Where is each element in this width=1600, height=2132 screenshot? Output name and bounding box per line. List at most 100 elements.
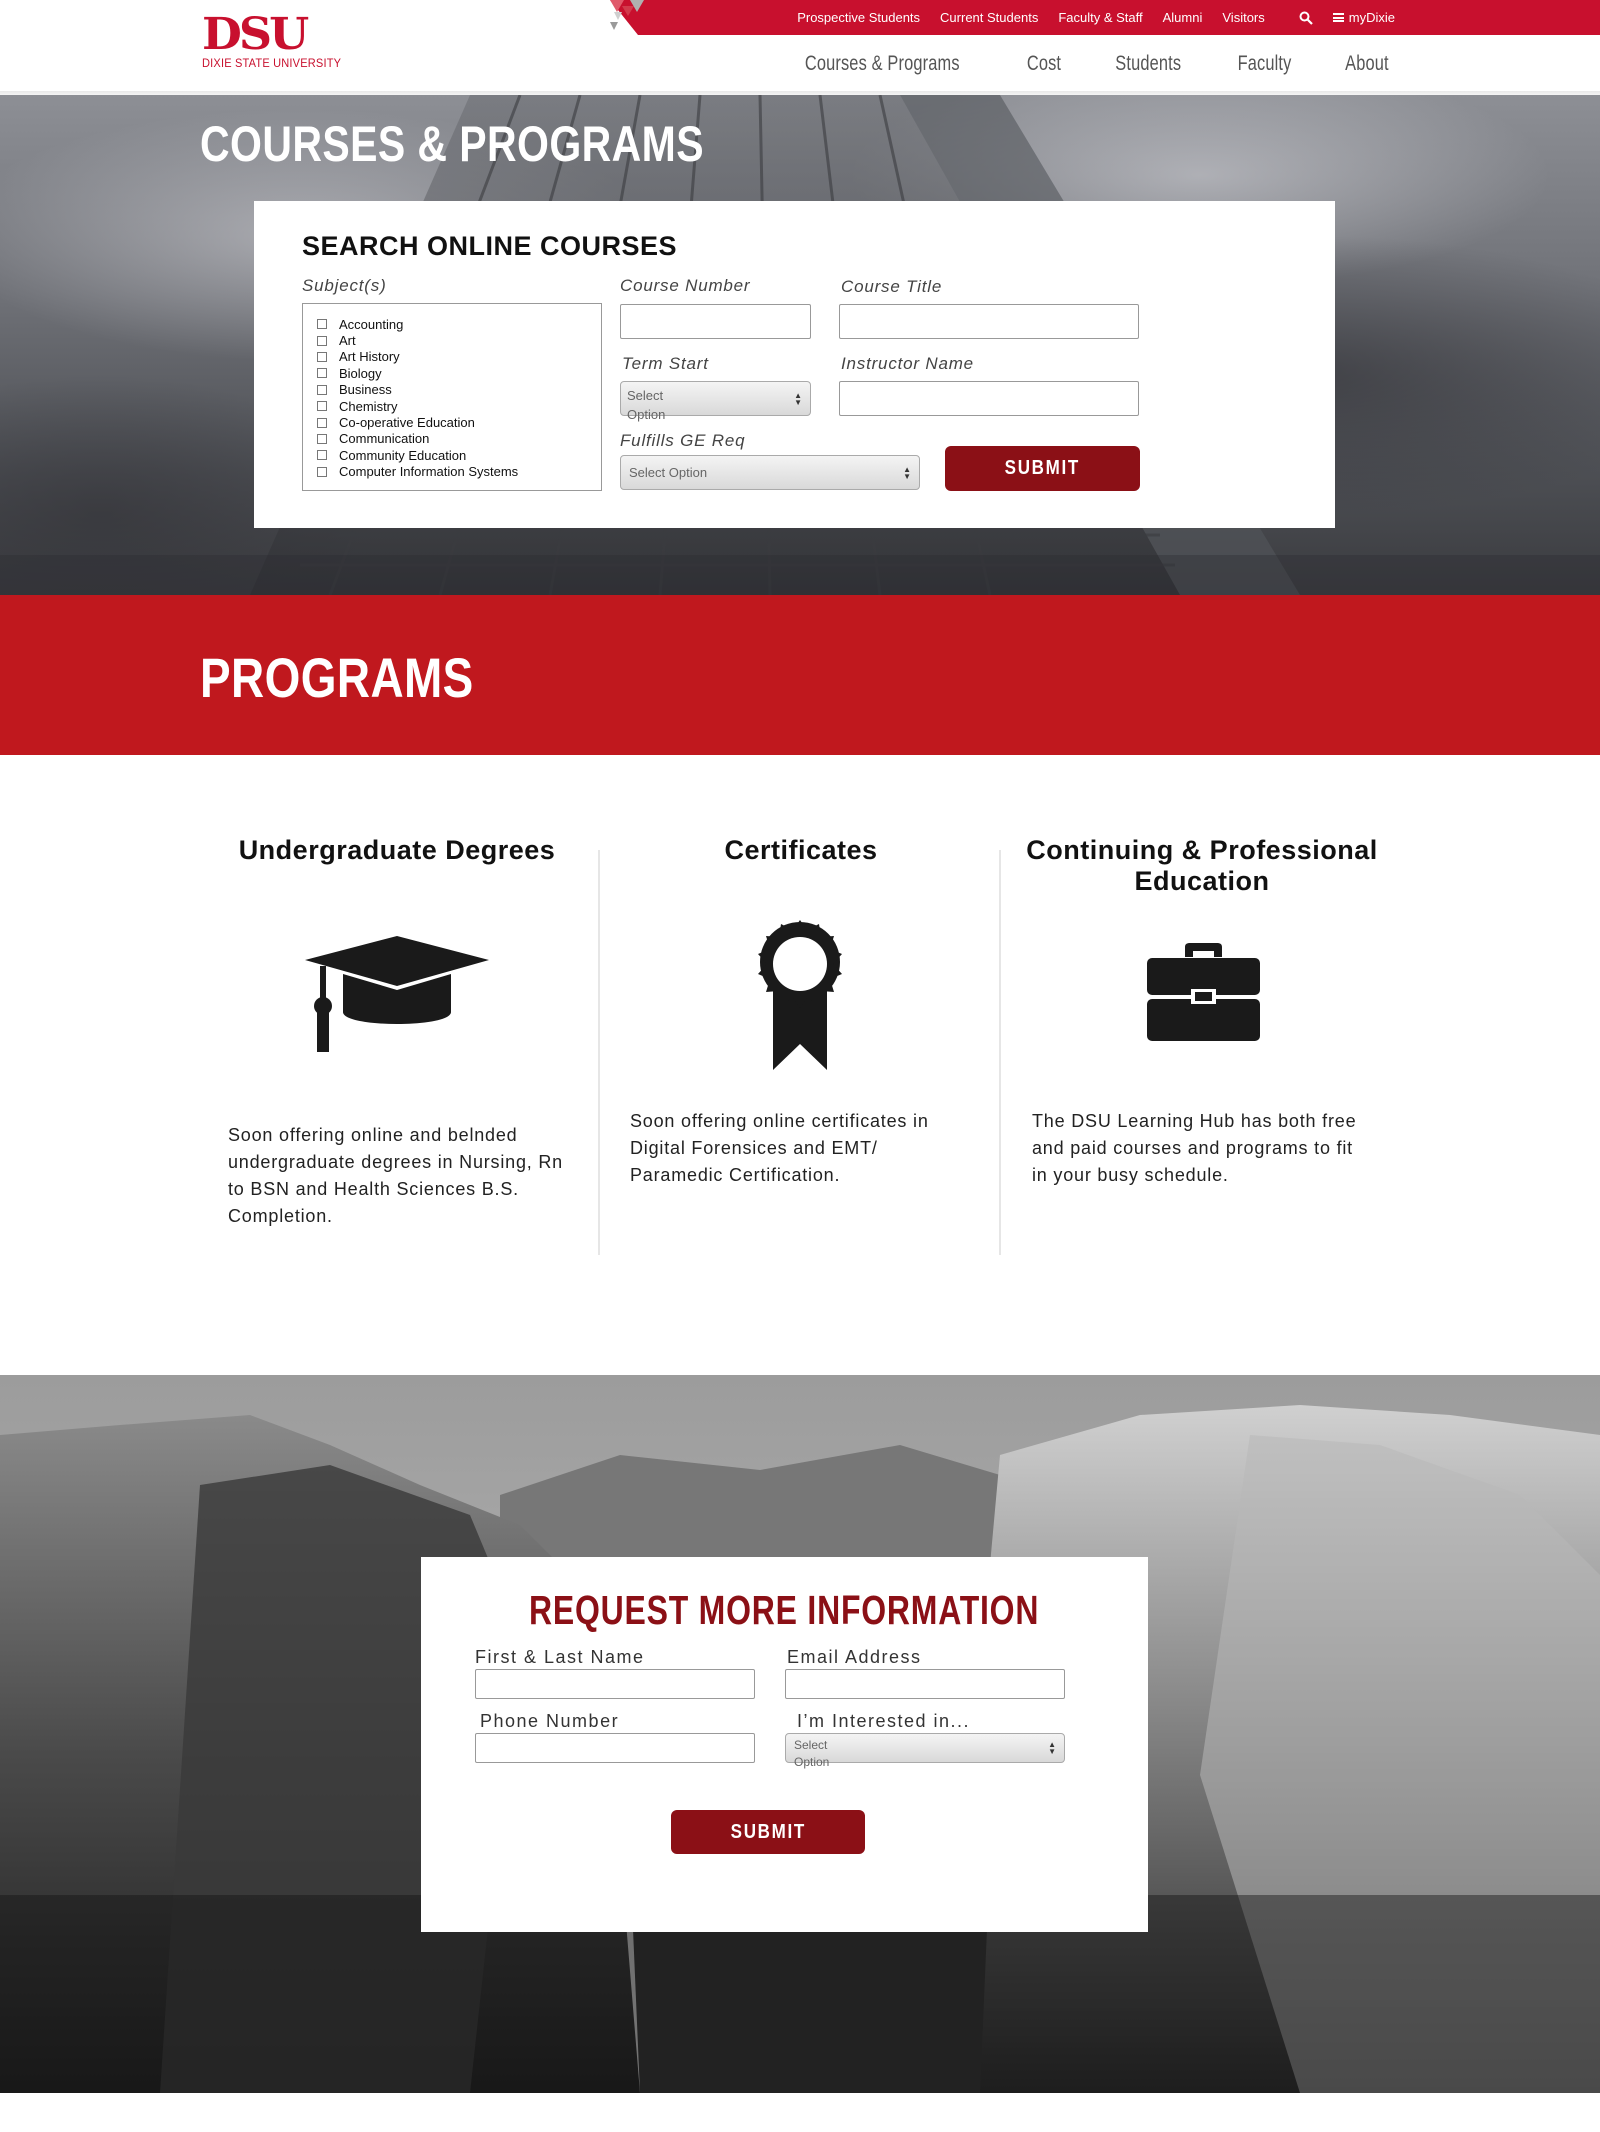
subject-label: Chemistry bbox=[339, 398, 398, 414]
request-submit-label: SUBMIT bbox=[730, 1820, 806, 1843]
name-input[interactable] bbox=[475, 1669, 755, 1699]
request-submit-button[interactable]: SUBMIT bbox=[671, 1810, 865, 1854]
program-column-undergraduate: Undergraduate Degrees bbox=[197, 835, 597, 866]
select-arrows-icon: ▲ ▼ bbox=[794, 390, 802, 407]
decorative-triangles bbox=[610, 0, 664, 35]
course-number-input[interactable] bbox=[620, 304, 811, 339]
ge-req-select[interactable]: Select Option ▲ ▼ bbox=[620, 455, 920, 490]
subject-label: Computer Information Systems bbox=[339, 464, 519, 480]
course-search-card: SEARCH ONLINE COURSES Subject(s) Account… bbox=[254, 201, 1335, 528]
nav-about[interactable]: About bbox=[1345, 52, 1389, 76]
search-submit-button[interactable]: SUBMIT bbox=[945, 446, 1140, 491]
util-link-prospective-students[interactable]: Prospective Students bbox=[797, 10, 920, 25]
logo-mark: DSU bbox=[202, 8, 309, 60]
subjects-label: Subject(s) bbox=[302, 276, 387, 295]
column-divider bbox=[598, 850, 600, 1255]
search-submit-label: SUBMIT bbox=[1004, 457, 1081, 479]
util-link-alumni[interactable]: Alumni bbox=[1163, 10, 1203, 25]
search-icon[interactable] bbox=[1299, 11, 1313, 25]
page: Prospective Students Current Students Fa… bbox=[0, 0, 1600, 2132]
nav-cost[interactable]: Cost bbox=[1026, 52, 1060, 76]
checkbox[interactable] bbox=[317, 401, 327, 412]
subject-option[interactable]: Communication bbox=[317, 431, 587, 447]
subject-label: Business bbox=[339, 382, 392, 398]
column-description: The DSU Learning Hub has both free and p… bbox=[1032, 1111, 1357, 1185]
column-description: Soon offering online and belnded undergr… bbox=[228, 1125, 563, 1226]
nav-courses-programs[interactable]: Courses & Programs bbox=[805, 52, 960, 76]
instructor-label: Instructor Name bbox=[841, 354, 974, 373]
nav-faculty[interactable]: Faculty bbox=[1238, 52, 1292, 76]
subject-option[interactable]: Art History bbox=[317, 349, 587, 365]
interest-label: I’m Interested in... bbox=[797, 1711, 971, 1731]
footer-spacer bbox=[0, 2093, 1600, 2132]
subject-label: Community Education bbox=[339, 447, 467, 463]
checkbox[interactable] bbox=[317, 466, 327, 477]
util-link-current-students[interactable]: Current Students bbox=[940, 10, 1038, 25]
subject-option[interactable]: Chemistry bbox=[317, 398, 587, 414]
subjects-listbox[interactable]: Accounting Art Art History Biology Busin… bbox=[302, 303, 602, 491]
name-label: First & Last Name bbox=[475, 1647, 645, 1667]
subject-option[interactable]: Co-operative Education bbox=[317, 414, 587, 430]
graduation-cap-icon bbox=[305, 936, 489, 1052]
interest-value: Select Option bbox=[794, 1738, 830, 1769]
programs-banner: PROGRAMS bbox=[0, 595, 1600, 755]
checkbox[interactable] bbox=[317, 433, 327, 444]
subject-label: Communication bbox=[339, 431, 430, 447]
ge-req-label: Fulfills GE Req bbox=[620, 431, 746, 450]
checkbox[interactable] bbox=[317, 384, 327, 395]
subject-option[interactable]: Biology bbox=[317, 365, 587, 381]
subject-label: Accounting bbox=[339, 316, 404, 332]
checkbox[interactable] bbox=[317, 335, 327, 346]
dsu-logo[interactable]: DSU DIXIE STATE UNIVERSITY bbox=[202, 12, 352, 70]
search-title: SEARCH ONLINE COURSES bbox=[302, 231, 678, 261]
util-link-visitors[interactable]: Visitors bbox=[1222, 10, 1264, 25]
phone-input[interactable] bbox=[475, 1733, 755, 1763]
utility-links: Prospective Students Current Students Fa… bbox=[797, 0, 1395, 35]
briefcase-icon bbox=[1147, 943, 1260, 1041]
programs-title: PROGRAMS bbox=[200, 646, 474, 709]
subject-option[interactable]: Art bbox=[317, 332, 587, 348]
select-arrows-icon: ▲ ▼ bbox=[1048, 1740, 1056, 1756]
nav-students[interactable]: Students bbox=[1115, 52, 1181, 76]
column-description: Soon offering online certificates in Dig… bbox=[630, 1111, 929, 1185]
checkbox[interactable] bbox=[317, 351, 327, 362]
subject-label: Co-operative Education bbox=[339, 415, 475, 431]
column-heading: Certificates bbox=[724, 835, 878, 865]
subject-option[interactable]: Business bbox=[317, 382, 587, 398]
program-column-certificates: Certificates bbox=[601, 835, 1001, 866]
hamburger-icon bbox=[1332, 13, 1344, 22]
program-column-continuing-education: Continuing & Professional Education bbox=[1002, 835, 1402, 897]
term-start-label: Term Start bbox=[622, 354, 709, 373]
phone-label: Phone Number bbox=[480, 1711, 620, 1731]
hero-title: COURSES & PROGRAMS bbox=[200, 116, 704, 172]
util-link-faculty-staff[interactable]: Faculty & Staff bbox=[1058, 10, 1142, 25]
instructor-name-input[interactable] bbox=[839, 381, 1139, 416]
select-arrows-icon: ▲ ▼ bbox=[903, 464, 911, 481]
column-divider bbox=[999, 850, 1001, 1255]
checkbox[interactable] bbox=[317, 417, 327, 428]
mydixie-menu-button[interactable]: myDixie bbox=[1332, 10, 1395, 25]
email-label: Email Address bbox=[787, 1647, 922, 1667]
course-number-label: Course Number bbox=[620, 276, 751, 295]
term-start-select[interactable]: Select Option ▲ ▼ bbox=[620, 381, 811, 422]
subject-label: Art bbox=[339, 333, 356, 349]
interest-select[interactable]: Select Option ▲ ▼ bbox=[785, 1733, 1065, 1769]
subject-label: Biology bbox=[339, 365, 382, 381]
checkbox[interactable] bbox=[317, 319, 327, 330]
checkbox[interactable] bbox=[317, 450, 327, 461]
subject-option[interactable]: Community Education bbox=[317, 447, 587, 463]
award-ribbon-icon bbox=[758, 920, 842, 1070]
mydixie-label: myDixie bbox=[1348, 10, 1395, 25]
email-input[interactable] bbox=[785, 1669, 1065, 1699]
course-title-input[interactable] bbox=[839, 304, 1139, 339]
request-info-card: REQUEST MORE INFORMATION First & Last Na… bbox=[421, 1557, 1148, 1932]
ge-req-value: Select Option bbox=[629, 465, 708, 480]
hero-section: COURSES & PROGRAMS SEARCH ONLINE COURSES… bbox=[0, 95, 1600, 595]
subject-option[interactable]: Accounting bbox=[317, 316, 587, 332]
subject-label: Art History bbox=[339, 349, 400, 365]
column-heading: Undergraduate Degrees bbox=[238, 835, 556, 865]
main-nav: Courses & Programs Cost Students Faculty… bbox=[783, 52, 1395, 76]
checkbox[interactable] bbox=[317, 368, 327, 379]
subject-option[interactable]: Computer Information Systems bbox=[317, 464, 587, 480]
column-heading: Continuing & Professional Education bbox=[1026, 835, 1378, 896]
